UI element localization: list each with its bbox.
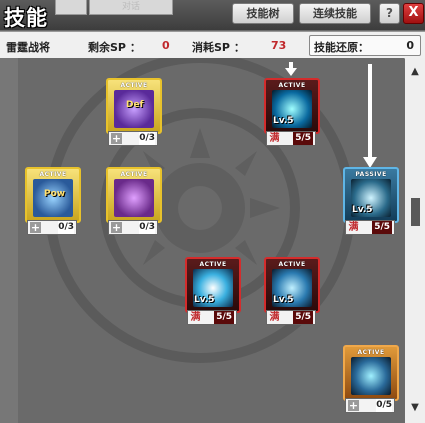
- skill-tree-panel: ACTIVE Def + 0/3 ACTIVE Lv.5 满 5/5 ACTIV…: [0, 58, 404, 423]
- scroll-thumb[interactable]: [411, 198, 420, 226]
- storm-icon: [351, 357, 391, 395]
- skill-type-label: ACTIVE: [357, 349, 385, 356]
- skill-points: 5/5: [293, 311, 313, 324]
- skill-points: 0/3: [139, 132, 155, 145]
- max-level-mark: 满: [348, 222, 359, 233]
- skill-points: 0/3: [139, 221, 155, 234]
- skill-frame: ACTIVE Lv.5: [264, 78, 320, 134]
- skill-frame: PASSIVE Lv.5: [343, 167, 399, 223]
- skill-frame: ACTIVE Pow: [25, 167, 81, 223]
- skill-points: 5/5: [214, 311, 234, 324]
- max-level-mark: 满: [269, 312, 280, 323]
- skill-type-label: ACTIVE: [278, 261, 306, 268]
- skill-points: 0/5: [376, 399, 392, 412]
- skill-reset-label: 技能还原：: [314, 41, 369, 54]
- consumed-sp-value: 73: [271, 39, 287, 52]
- skill-points-bar: 满 5/5: [266, 131, 316, 146]
- skill-points-bar: 满 5/5: [266, 310, 316, 325]
- skill-frame: ACTIVE Lv.5: [185, 257, 241, 313]
- skill-points-bar: + 0/3: [27, 220, 77, 235]
- skill-frame: ACTIVE: [343, 345, 399, 401]
- remaining-sp-value: 0: [162, 39, 170, 52]
- class-name: 雷霆战将: [6, 41, 50, 54]
- skill-twin-blades[interactable]: ACTIVE + 0/3: [106, 167, 162, 235]
- skill-points-bar: 满 5/5: [345, 220, 395, 235]
- skill-tree-tab[interactable]: 技能树: [232, 3, 294, 24]
- skill-level: Lv.5: [352, 205, 373, 215]
- prerequisite-arrow: [285, 62, 297, 76]
- remaining-sp-label: 剩余SP ：: [88, 41, 141, 54]
- background-tab-dialog: 对话: [89, 0, 173, 15]
- skill-level: Lv.5: [273, 295, 294, 305]
- skill-pow-boost[interactable]: ACTIVE Pow + 0/3: [25, 167, 81, 235]
- add-point-icon[interactable]: +: [111, 133, 122, 144]
- close-icon: X: [408, 5, 419, 20]
- skill-type-label: ACTIVE: [120, 82, 148, 89]
- combo-skill-tab[interactable]: 连续技能: [299, 3, 371, 24]
- skill-type-label: ACTIVE: [278, 82, 306, 89]
- skill-electric-field[interactable]: ACTIVE Lv.5 满 5/5: [264, 257, 320, 325]
- title-bar[interactable]: 技能 对话 技能树 连续技能 ? X: [0, 0, 425, 30]
- window-title: 技能: [4, 6, 48, 30]
- skill-thunder-blast[interactable]: ACTIVE Lv.5 满 5/5: [185, 257, 241, 325]
- crossed-blades-icon: [114, 179, 154, 217]
- add-point-icon[interactable]: +: [111, 222, 122, 233]
- background-tab: [55, 0, 87, 15]
- skill-ultimate[interactable]: ACTIVE + 0/5: [343, 345, 399, 413]
- skill-type-label: ACTIVE: [120, 171, 148, 178]
- skill-points-bar: 满 5/5: [187, 310, 237, 325]
- vertical-scrollbar[interactable]: ▲ ▼: [405, 58, 425, 423]
- skill-frame: ACTIVE Def: [106, 78, 162, 134]
- skill-level: Lv.5: [194, 295, 215, 305]
- max-level-mark: 满: [269, 133, 280, 144]
- scroll-up-icon[interactable]: ▲: [409, 66, 421, 78]
- crossed-swords-icon: Pow: [33, 179, 73, 217]
- scroll-down-icon[interactable]: ▼: [409, 402, 421, 414]
- skill-level: Lv.5: [273, 116, 294, 126]
- add-point-icon[interactable]: +: [30, 222, 41, 233]
- skill-lightning-strike[interactable]: ACTIVE Lv.5 满 5/5: [264, 78, 320, 146]
- close-button[interactable]: X: [403, 3, 424, 24]
- skill-passive-armor[interactable]: PASSIVE Lv.5 满 5/5: [343, 167, 399, 235]
- skill-points: 5/5: [293, 132, 313, 145]
- shield-icon: Def: [114, 90, 154, 128]
- consumed-sp-label: 消耗SP ：: [192, 41, 245, 54]
- skill-window: 技能 对话 技能树 连续技能 ? X 雷霆战将 剩余SP ： 0 消耗SP ： …: [0, 0, 425, 423]
- skill-points-bar: + 0/3: [108, 220, 158, 235]
- skill-frame: ACTIVE Lv.5: [264, 257, 320, 313]
- skill-icon-text: Pow: [44, 189, 66, 199]
- skill-points-bar: + 0/3: [108, 131, 158, 146]
- sp-info-bar: 雷霆战将 剩余SP ： 0 消耗SP ： 73 技能还原： 0: [0, 31, 425, 59]
- skill-icon-text: Def: [126, 100, 144, 110]
- skill-frame: ACTIVE: [106, 167, 162, 223]
- max-level-mark: 满: [190, 312, 201, 323]
- add-point-icon[interactable]: +: [348, 400, 359, 411]
- skill-points: 0/3: [58, 221, 74, 234]
- skill-type-label: ACTIVE: [39, 171, 67, 178]
- prerequisite-arrow-long: [363, 64, 377, 168]
- skill-reset-button[interactable]: 技能还原： 0: [309, 35, 421, 56]
- skill-points-bar: + 0/5: [345, 398, 395, 413]
- help-button[interactable]: ?: [379, 3, 400, 24]
- skill-type-label: ACTIVE: [199, 261, 227, 268]
- skill-points: 5/5: [372, 221, 392, 234]
- question-icon: ?: [386, 6, 393, 20]
- skill-type-label: PASSIVE: [355, 171, 387, 178]
- skill-def-boost[interactable]: ACTIVE Def + 0/3: [106, 78, 162, 146]
- skill-reset-value: 0: [406, 39, 414, 52]
